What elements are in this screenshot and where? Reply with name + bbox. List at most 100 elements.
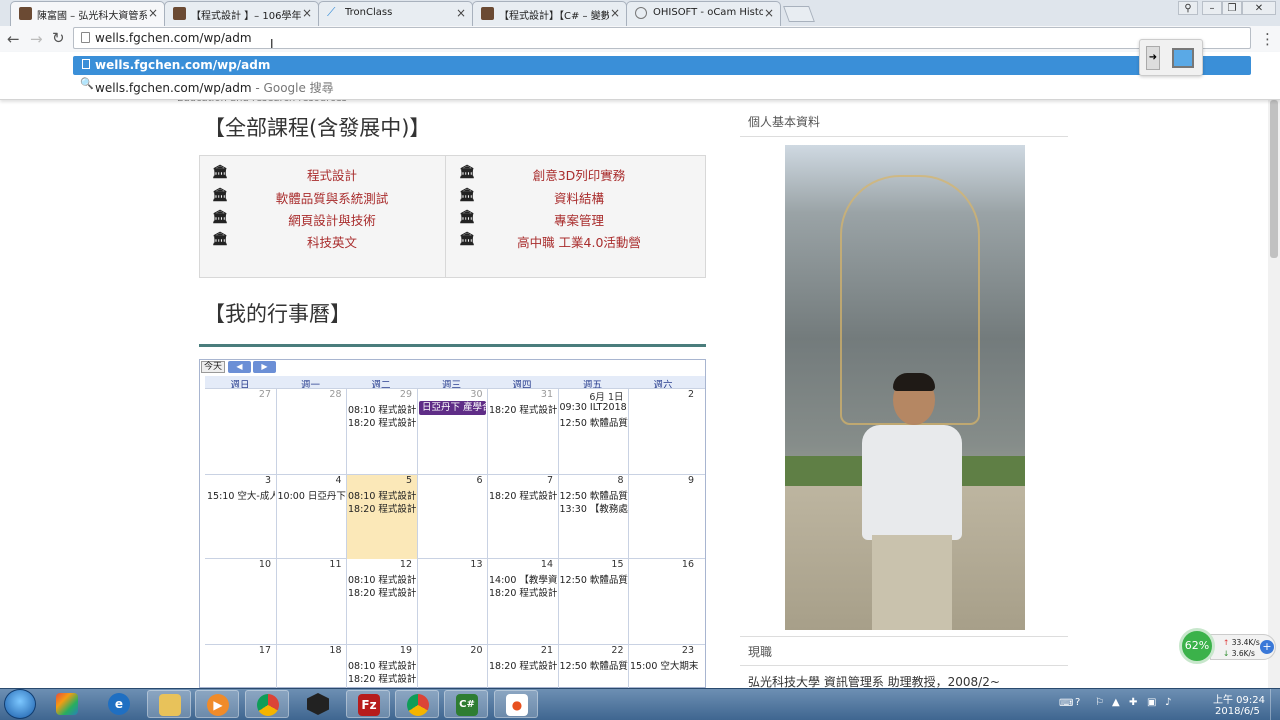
close-icon[interactable]: × [764,6,774,20]
course-item[interactable]: 🏛 網頁設計與技術 [212,209,452,229]
course-link[interactable]: 科技英文 [212,232,452,251]
clock-date[interactable]: 2018/6/5 [1215,706,1260,717]
reload-icon[interactable]: ↻ [52,29,65,47]
taskbar-app[interactable] [395,690,439,718]
taskbar-app[interactable]: Fz [346,690,390,718]
calendar-event[interactable]: 13:30 【教務處 [560,501,628,515]
tab-tronclass[interactable]: ⟋ TronClass × [318,1,473,26]
calendar-event[interactable]: 18:20 程式設計( [489,658,557,672]
day-number[interactable]: 15 [558,559,623,570]
day-number[interactable]: 9 [628,475,694,486]
next-month-button[interactable]: ▶ [253,361,276,373]
course-item[interactable]: 🏛 軟體品質與系統測試 [212,187,452,207]
course-item[interactable]: 🏛 科技英文 [212,231,452,251]
day-number[interactable]: 18 [276,645,341,656]
course-link[interactable]: 軟體品質與系統測試 [212,188,452,207]
scrollbar-thumb[interactable] [1270,100,1278,258]
day-number[interactable]: 12 [346,559,412,570]
calendar-event[interactable]: 12:50 軟體品質 [560,415,628,429]
day-number[interactable]: 17 [205,645,271,656]
prev-month-button[interactable]: ◀ [228,361,251,373]
calendar-event[interactable]: 18:20 程式設計( [489,488,557,502]
day-number[interactable]: 19 [346,645,412,656]
taskbar-app[interactable] [45,690,89,718]
calendar-event[interactable]: 08:10 程式設計( [348,488,416,502]
keyboard-icon[interactable]: ⌨ [1059,698,1073,709]
calendar-event[interactable]: 18:20 程式設計( [348,671,416,685]
suggestion-search[interactable]: wells.fgchen.com/wp/adm - Google 搜尋 [95,79,334,96]
forward-arrow-icon[interactable]: → [30,30,43,48]
day-number[interactable]: 23 [628,645,694,656]
help-icon[interactable]: ? [1075,697,1080,708]
calendar-event[interactable]: 15:10 空大-成人 [207,488,275,502]
calendar-event[interactable]: 12:50 軟體品質 [560,572,628,586]
course-link[interactable]: 創意3D列印實務 [459,165,699,184]
calendar-event[interactable]: 18:20 程式設計( [348,585,416,599]
security-icon[interactable]: ✚ [1129,697,1137,708]
memory-usage-badge[interactable]: 62% [1179,628,1215,664]
day-number[interactable]: 10 [205,559,271,570]
calendar-event[interactable]: 18:20 程式設計( [348,501,416,515]
calendar-event[interactable]: 12:50 軟體品質 [560,658,628,672]
close-icon[interactable]: × [148,6,158,20]
tab-csharp[interactable]: 【程式設計】【C# – 變數 × [472,1,627,26]
course-item[interactable]: 🏛 專案管理 [459,209,699,229]
day-number[interactable]: 31 [487,389,553,400]
tab-ohisoft[interactable]: OHISOFT - oCam Histo × [626,1,781,26]
profile-icon[interactable]: ⚲ [1178,1,1198,15]
back-arrow-icon[interactable]: ← [7,30,20,48]
minimize-button[interactable]: – [1202,1,1222,15]
course-item[interactable]: 🏛 創意3D列印實務 [459,164,699,184]
window-close-button[interactable]: ✕ [1242,1,1276,15]
close-icon[interactable]: × [610,6,620,20]
calendar-event[interactable]: 08:10 程式設計( [348,402,416,416]
day-number[interactable]: 29 [346,389,412,400]
day-number[interactable]: 16 [628,559,694,570]
day-number[interactable]: 6 [417,475,482,486]
taskbar-app[interactable]: ● [494,690,538,718]
monitor-icon[interactable]: ▣ [1147,697,1156,708]
address-input[interactable]: wells.fgchen.com/wp/adm [95,31,252,45]
day-number[interactable]: 20 [417,645,482,656]
day-number[interactable]: 30 [417,389,482,400]
calendar-event[interactable]: 08:10 程式設計( [348,572,416,586]
menu-icon[interactable]: ⋮ [1260,30,1275,48]
day-number[interactable]: 14 [487,559,553,570]
day-number[interactable]: 22 [558,645,623,656]
course-link[interactable]: 網頁設計與技術 [212,210,452,229]
tab-programming[interactable]: 【程式設計 】– 106學年 × [164,1,319,26]
day-number[interactable]: 7 [487,475,553,486]
course-item[interactable]: 🏛 程式設計 [212,164,452,184]
new-tab-button[interactable] [783,6,815,22]
calendar-event[interactable]: 18:20 程式設計( [348,415,416,429]
day-number[interactable]: 6月 1日 [558,389,623,403]
day-number[interactable]: 2 [628,389,694,400]
day-number[interactable]: 11 [276,559,341,570]
taskbar-app[interactable]: C# [444,690,488,718]
taskbar-app[interactable]: e [97,690,141,718]
day-number[interactable]: 3 [205,475,271,486]
course-link[interactable]: 資料結構 [459,188,699,207]
day-number[interactable]: 27 [205,389,271,400]
calendar-event[interactable]: 09:30 ILT2018 [560,402,628,413]
calendar-event[interactable]: 14:00 【教學資 [489,572,557,586]
clock-time[interactable]: 上午 09:24 [1213,691,1265,706]
calendar-event[interactable]: 18:20 程式設計( [489,585,557,599]
close-icon[interactable]: × [302,6,312,20]
screen-capture-icon[interactable] [1172,48,1194,68]
day-number[interactable]: 28 [276,389,341,400]
maximize-button[interactable]: ❐ [1222,1,1242,15]
tray-expand-icon[interactable]: ▲ [1112,697,1120,708]
extension-arrow-icon[interactable]: ➜ [1146,46,1160,70]
day-number[interactable]: 5 [346,475,412,486]
taskbar-app[interactable] [147,690,191,718]
tab-chen[interactable]: 陳富國 – 弘光科大資管系 × [10,1,165,27]
system-tray[interactable]: ⌨ ? ⚐ ▲ ✚ ▣ ♪ [1055,690,1225,718]
day-number[interactable]: 21 [487,645,553,656]
calendar-event[interactable]: 08:10 程式設計( [348,658,416,672]
show-desktop-button[interactable] [1270,689,1280,720]
calendar-event[interactable]: 10:00 日亞丹下 [278,488,346,502]
taskbar-app[interactable] [296,690,340,718]
course-link[interactable]: 程式設計 [212,165,452,184]
taskbar-app[interactable] [245,690,289,718]
